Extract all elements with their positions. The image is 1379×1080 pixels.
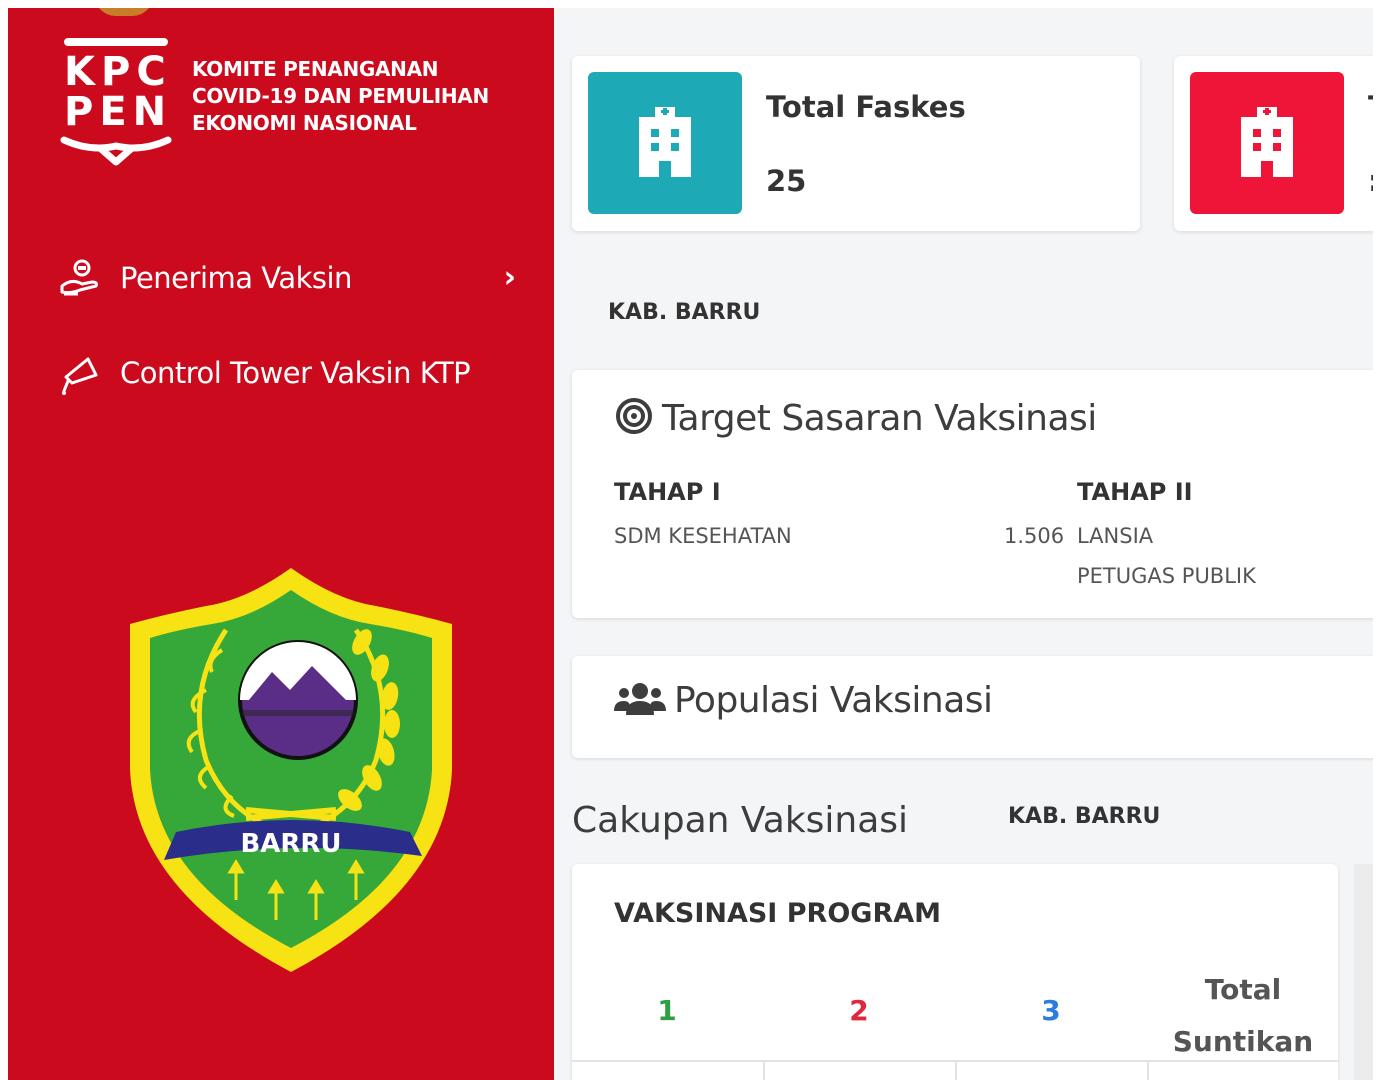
hand-vaccine-icon	[56, 258, 104, 298]
crest-label: BARRU	[240, 829, 341, 859]
stat-value: 25	[766, 164, 807, 198]
main-content: Total Faskes 25 T : KAB. BARRU	[554, 8, 1373, 1080]
lansia-label: LANSIA	[1077, 524, 1154, 548]
column-divider	[1147, 1062, 1149, 1080]
sidebar-item-label: Control Tower Vaksin KTP	[120, 356, 471, 390]
target-sasaran-card: Target Sasaran Vaksinasi TAHAP I TAHAP I…	[572, 370, 1373, 618]
column-divider	[955, 1062, 957, 1080]
stat-card-total-faskes[interactable]: Total Faskes 25	[572, 56, 1140, 231]
target-icon	[614, 396, 654, 440]
logo-text: KOMITE PENANGANAN COVID-19 DAN PEMULIHAN…	[192, 56, 489, 137]
emblem-fragment	[94, 8, 154, 16]
sidebar-item-label: Penerima Vaksin	[120, 261, 352, 295]
section-title: Populasi Vaksinasi	[674, 680, 993, 721]
petugas-publik-label: PETUGAS PUBLIK	[1077, 564, 1256, 588]
vaksinasi-program-card: VAKSINASI PROGRAM 1 2 3 Total Suntikan	[572, 864, 1338, 1080]
stat-title: T	[1368, 90, 1373, 124]
column-header-dose-1: 1	[657, 994, 677, 1027]
logo-text-line: KOMITE PENANGANAN	[192, 57, 439, 81]
stat-title: Total Faskes	[766, 90, 966, 124]
sidebar: KPC PEN KOMITE PENANGANAN COVID-19 DAN P…	[8, 8, 554, 1080]
cakupan-title: Cakupan Vaksinasi	[572, 800, 909, 841]
column-divider	[763, 1062, 765, 1080]
logo-text-line: EKONOMI NASIONAL	[192, 111, 417, 135]
column-header-dose-3: 3	[1041, 994, 1061, 1027]
logo-mark-line1: KPC	[64, 49, 172, 95]
logo-text-line: COVID-19 DAN PEMULIHAN	[192, 84, 489, 108]
tahap-2-label: TAHAP II	[1077, 478, 1193, 506]
adjacent-card-edge	[1354, 864, 1373, 1080]
megaphone-icon	[56, 353, 104, 395]
users-icon	[614, 681, 666, 721]
target-sasaran-heading: Target Sasaran Vaksinasi	[614, 396, 1097, 440]
stat-value: :	[1368, 164, 1373, 198]
program-title: VAKSINASI PROGRAM	[614, 898, 942, 929]
region-label: KAB. BARRU	[608, 300, 761, 325]
logo-mark-line2: PEN	[64, 89, 173, 135]
section-title: Target Sasaran Vaksinasi	[662, 397, 1097, 439]
column-header-dose-2: 2	[849, 994, 869, 1027]
sdm-kesehatan-label: SDM KESEHATAN	[614, 524, 792, 548]
sidebar-item-control-tower[interactable]: Control Tower Vaksin KTP	[56, 353, 536, 395]
tahap-1-label: TAHAP I	[614, 478, 721, 506]
barru-crest-logo: BARRU	[126, 560, 456, 980]
kpcpen-logo[interactable]: KPC PEN KOMITE PENANGANAN COVID-19 DAN P…	[60, 36, 540, 176]
total-line-1: Total	[1204, 973, 1282, 1006]
hospital-icon	[588, 72, 742, 214]
kpcpen-logo-mark: KPC PEN	[60, 36, 175, 166]
hospital-icon	[1190, 72, 1344, 214]
top-frame-border	[0, 0, 1379, 8]
sdm-kesehatan-value: 1.506	[1004, 524, 1065, 548]
populasi-heading: Populasi Vaksinasi	[614, 680, 993, 721]
column-header-total: Total Suntikan	[1148, 964, 1338, 1068]
chevron-right-icon: ›	[503, 260, 516, 295]
sidebar-item-penerima-vaksin[interactable]: Penerima Vaksin ›	[56, 258, 516, 298]
cakupan-region-label: KAB. BARRU	[1008, 804, 1161, 829]
populasi-vaksinasi-card[interactable]: Populasi Vaksinasi	[572, 656, 1373, 758]
stat-card-2[interactable]: T :	[1174, 56, 1373, 231]
